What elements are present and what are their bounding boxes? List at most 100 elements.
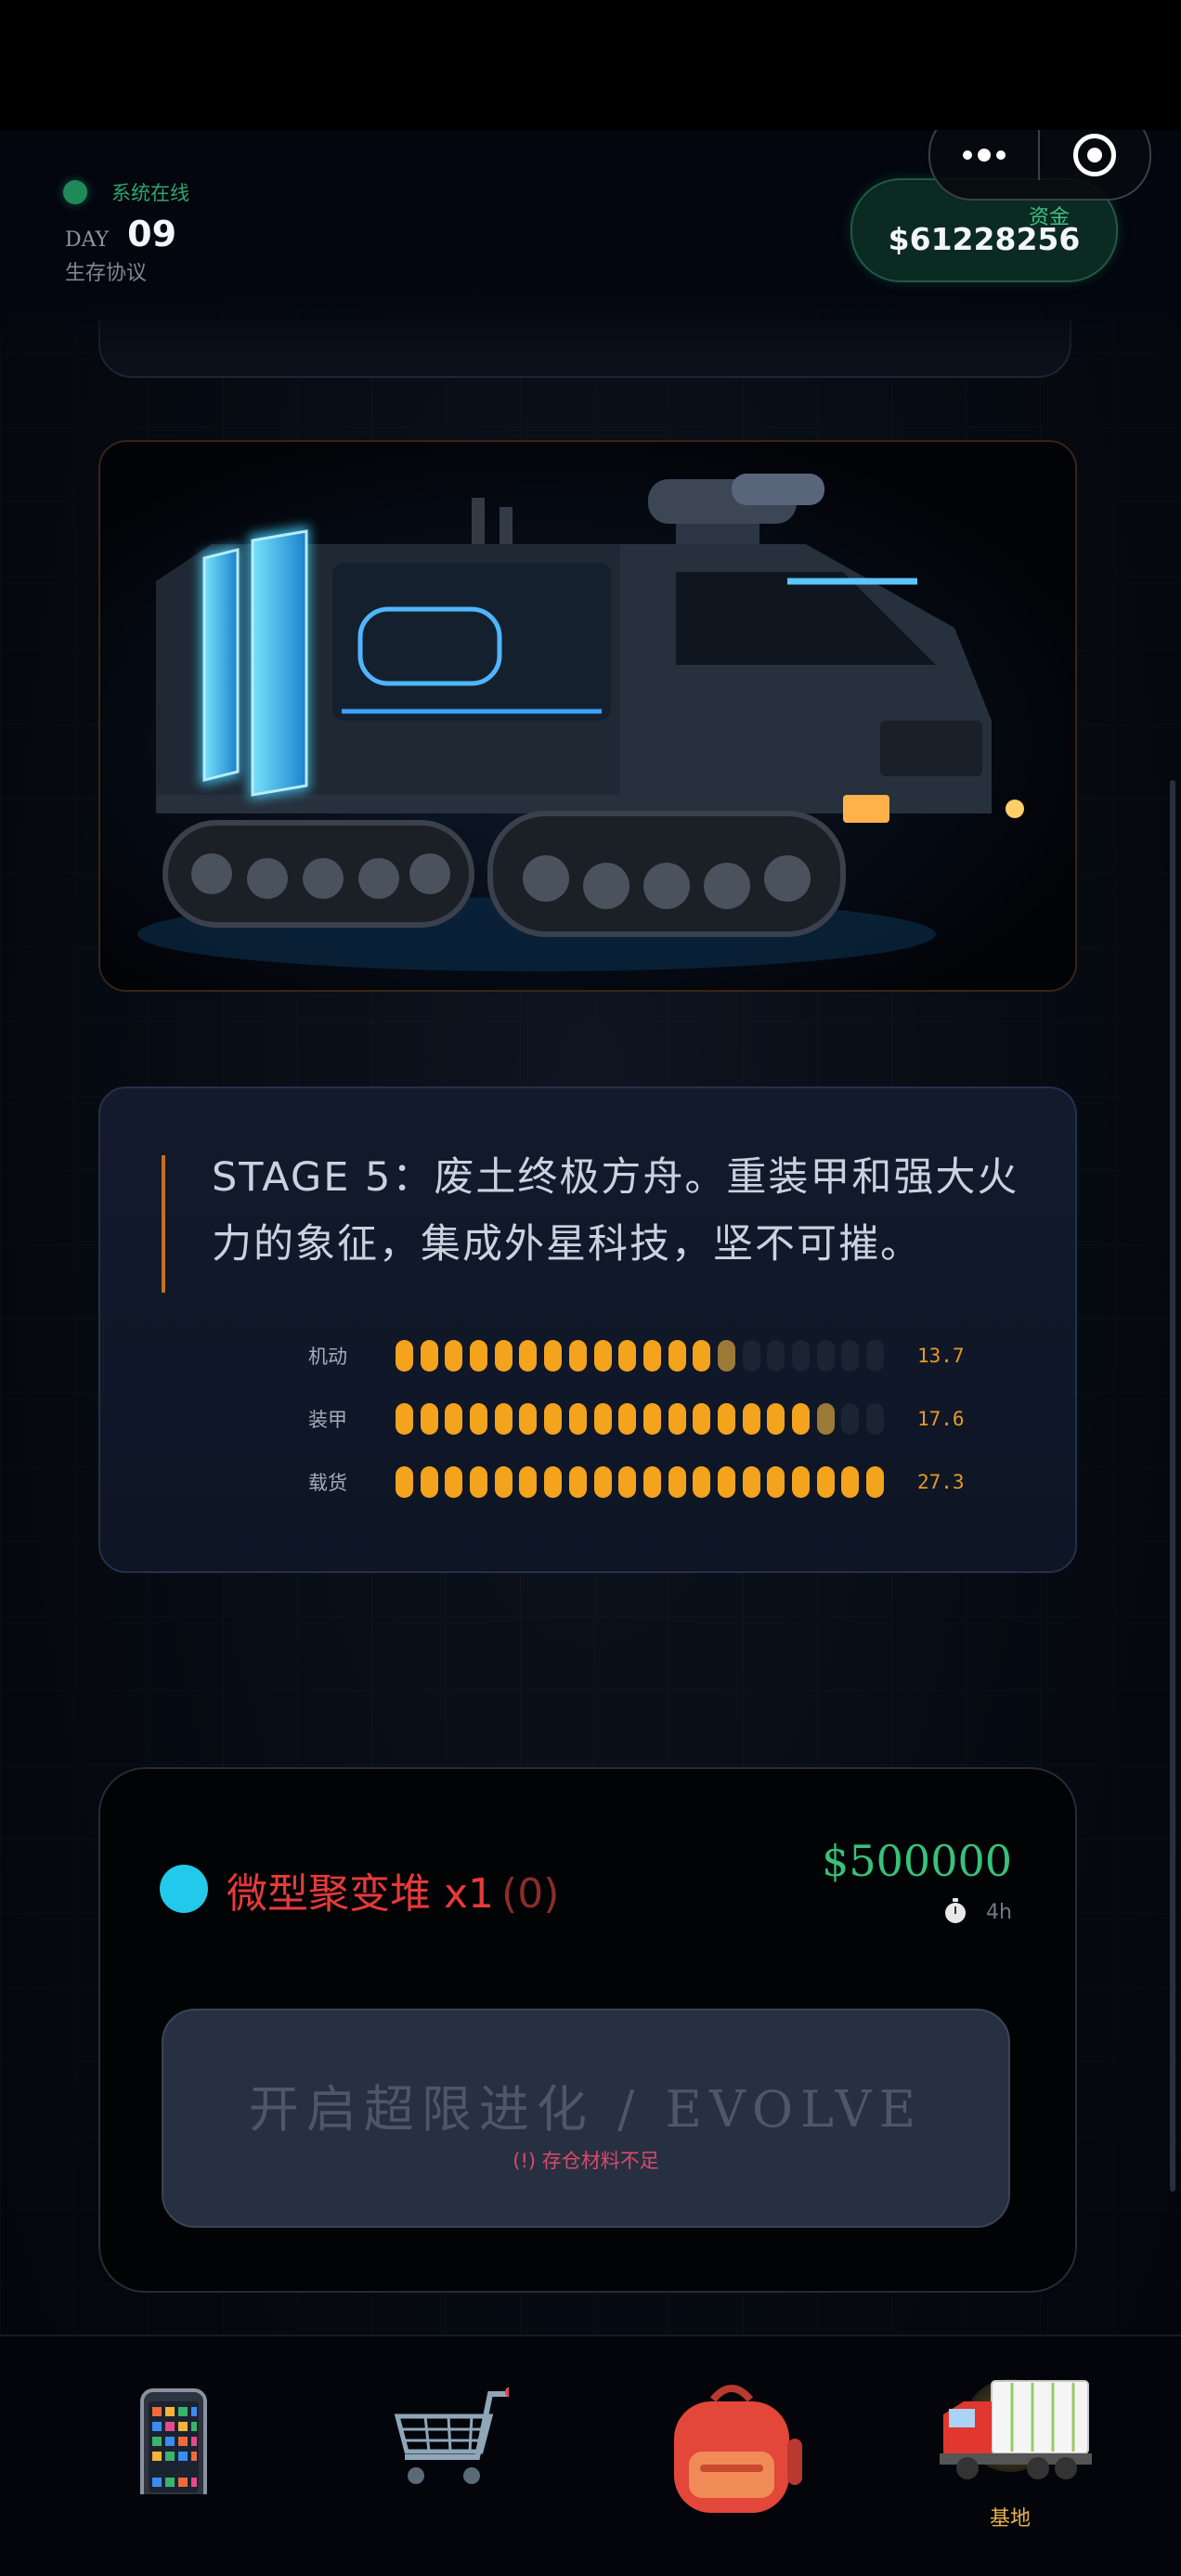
close-button[interactable] bbox=[1040, 134, 1149, 176]
stat-pip bbox=[618, 1403, 637, 1435]
stat-pip bbox=[618, 1466, 637, 1498]
stat-pip bbox=[816, 1466, 835, 1498]
day-counter: DAY 09 bbox=[65, 214, 176, 254]
vehicle-image-card bbox=[98, 440, 1077, 992]
stat-pip bbox=[519, 1340, 538, 1372]
stat-pip bbox=[396, 1340, 413, 1372]
stat-label: 载货 bbox=[308, 1472, 347, 1494]
material-icon bbox=[160, 1865, 208, 1913]
system-status: 系统在线 bbox=[63, 178, 189, 206]
status-bar-area bbox=[0, 0, 1181, 130]
stat-value: 27.3 bbox=[917, 1471, 965, 1493]
stat-pip bbox=[519, 1466, 538, 1498]
stat-bar bbox=[396, 1340, 891, 1372]
stat-pip bbox=[866, 1466, 885, 1498]
stat-pip bbox=[470, 1466, 488, 1498]
stat-pip bbox=[642, 1340, 661, 1372]
stat-bar bbox=[396, 1466, 891, 1498]
stat-pip bbox=[693, 1466, 711, 1498]
tab-base[interactable]: 基地 bbox=[927, 2336, 1094, 2576]
stat-pip bbox=[568, 1403, 587, 1435]
day-label: DAY bbox=[65, 228, 110, 252]
stat-row-mobility: 机动 13.7 bbox=[100, 1337, 1075, 1374]
stage-accent-bar bbox=[162, 1155, 165, 1293]
stat-pip bbox=[693, 1403, 711, 1435]
stat-pip bbox=[866, 1340, 885, 1372]
stat-pip bbox=[519, 1403, 538, 1435]
stat-pip bbox=[470, 1403, 488, 1435]
miniprogram-capsule bbox=[928, 130, 1151, 201]
stat-label: 装甲 bbox=[308, 1409, 347, 1431]
stat-pip bbox=[420, 1466, 438, 1498]
stat-pip bbox=[642, 1403, 661, 1435]
truck-icon bbox=[940, 2380, 1092, 2479]
stat-pip bbox=[494, 1403, 513, 1435]
material-requirement: 微型聚变堆 x1 (0) bbox=[227, 1860, 559, 1919]
evolve-button-label: 开启超限进化 / EVOLVE bbox=[248, 2080, 924, 2139]
stat-pip bbox=[445, 1466, 463, 1498]
day-number: 09 bbox=[127, 214, 177, 254]
funds-value: $61228256 bbox=[888, 221, 1081, 257]
more-button[interactable] bbox=[930, 130, 1038, 199]
vehicle-image bbox=[100, 442, 1075, 990]
stat-pip bbox=[445, 1403, 463, 1435]
stat-pip bbox=[445, 1340, 463, 1372]
status-indicator-icon bbox=[63, 180, 87, 204]
tab-inventory[interactable] bbox=[648, 2336, 815, 2576]
stat-pip bbox=[767, 1403, 785, 1435]
scrollbar[interactable] bbox=[1170, 780, 1175, 2192]
status-text: 系统在线 bbox=[111, 182, 189, 204]
stat-pip bbox=[717, 1403, 735, 1435]
stat-pip bbox=[544, 1340, 563, 1372]
stat-pip bbox=[396, 1466, 413, 1498]
cart-icon bbox=[394, 2387, 509, 2484]
stat-pip bbox=[816, 1403, 835, 1435]
stat-pip bbox=[742, 1403, 760, 1435]
evolve-cost: $500000 bbox=[822, 1836, 1012, 1886]
stat-pip bbox=[618, 1340, 637, 1372]
stat-pip bbox=[420, 1340, 438, 1372]
stat-pip bbox=[816, 1340, 835, 1372]
stat-pip bbox=[767, 1340, 785, 1372]
stat-pip bbox=[792, 1340, 810, 1372]
stat-label: 机动 bbox=[308, 1346, 347, 1368]
stat-pip bbox=[568, 1340, 587, 1372]
evolve-time-value: 4h bbox=[986, 1901, 1012, 1924]
stat-pip bbox=[742, 1340, 760, 1372]
stat-pip bbox=[792, 1466, 810, 1498]
stat-pip bbox=[470, 1340, 488, 1372]
tab-label-base: 基地 bbox=[989, 2507, 1031, 2530]
evolve-time: 4h bbox=[945, 1897, 1012, 1924]
top-header: 系统在线 DAY 09 生存协议 资金 $61228256 bbox=[0, 130, 1181, 362]
stat-pip bbox=[494, 1340, 513, 1372]
stat-pip bbox=[717, 1466, 735, 1498]
stat-pip bbox=[544, 1403, 563, 1435]
tab-phone[interactable] bbox=[89, 2336, 256, 2576]
stage-description: STAGE 5：废土终极方舟。重装甲和强大火力的象征，集成外星科技，坚不可摧。 bbox=[212, 1154, 1019, 1268]
stat-pip bbox=[396, 1403, 413, 1435]
more-dots-icon bbox=[963, 149, 1006, 162]
stat-pip bbox=[568, 1466, 587, 1498]
stat-pip bbox=[642, 1466, 661, 1498]
stat-pip bbox=[593, 1403, 612, 1435]
stat-pip bbox=[717, 1340, 735, 1372]
evolve-button[interactable]: 开启超限进化 / EVOLVE (!) 存仓材料不足 bbox=[162, 2009, 1010, 2228]
phone-icon bbox=[140, 2388, 207, 2494]
stat-value: 13.7 bbox=[917, 1345, 965, 1367]
stat-pip bbox=[420, 1403, 438, 1435]
stat-pip bbox=[693, 1340, 711, 1372]
tab-shop[interactable] bbox=[342, 2336, 509, 2576]
stat-pip bbox=[668, 1340, 686, 1372]
stat-pip bbox=[841, 1403, 860, 1435]
stat-pip bbox=[841, 1340, 860, 1372]
stat-pip bbox=[494, 1466, 513, 1498]
stat-row-cargo: 载货 27.3 bbox=[100, 1464, 1075, 1501]
stat-pip bbox=[544, 1466, 563, 1498]
stat-pip bbox=[668, 1403, 686, 1435]
material-name: 微型聚变堆 x1 bbox=[227, 1870, 495, 1918]
backpack-icon bbox=[674, 2385, 802, 2513]
target-icon bbox=[1073, 134, 1116, 176]
evolve-card: 微型聚变堆 x1 (0) $500000 4h 开启超限进化 / EVOLVE … bbox=[98, 1767, 1077, 2293]
stat-bar bbox=[396, 1403, 891, 1435]
stat-pip bbox=[792, 1403, 810, 1435]
